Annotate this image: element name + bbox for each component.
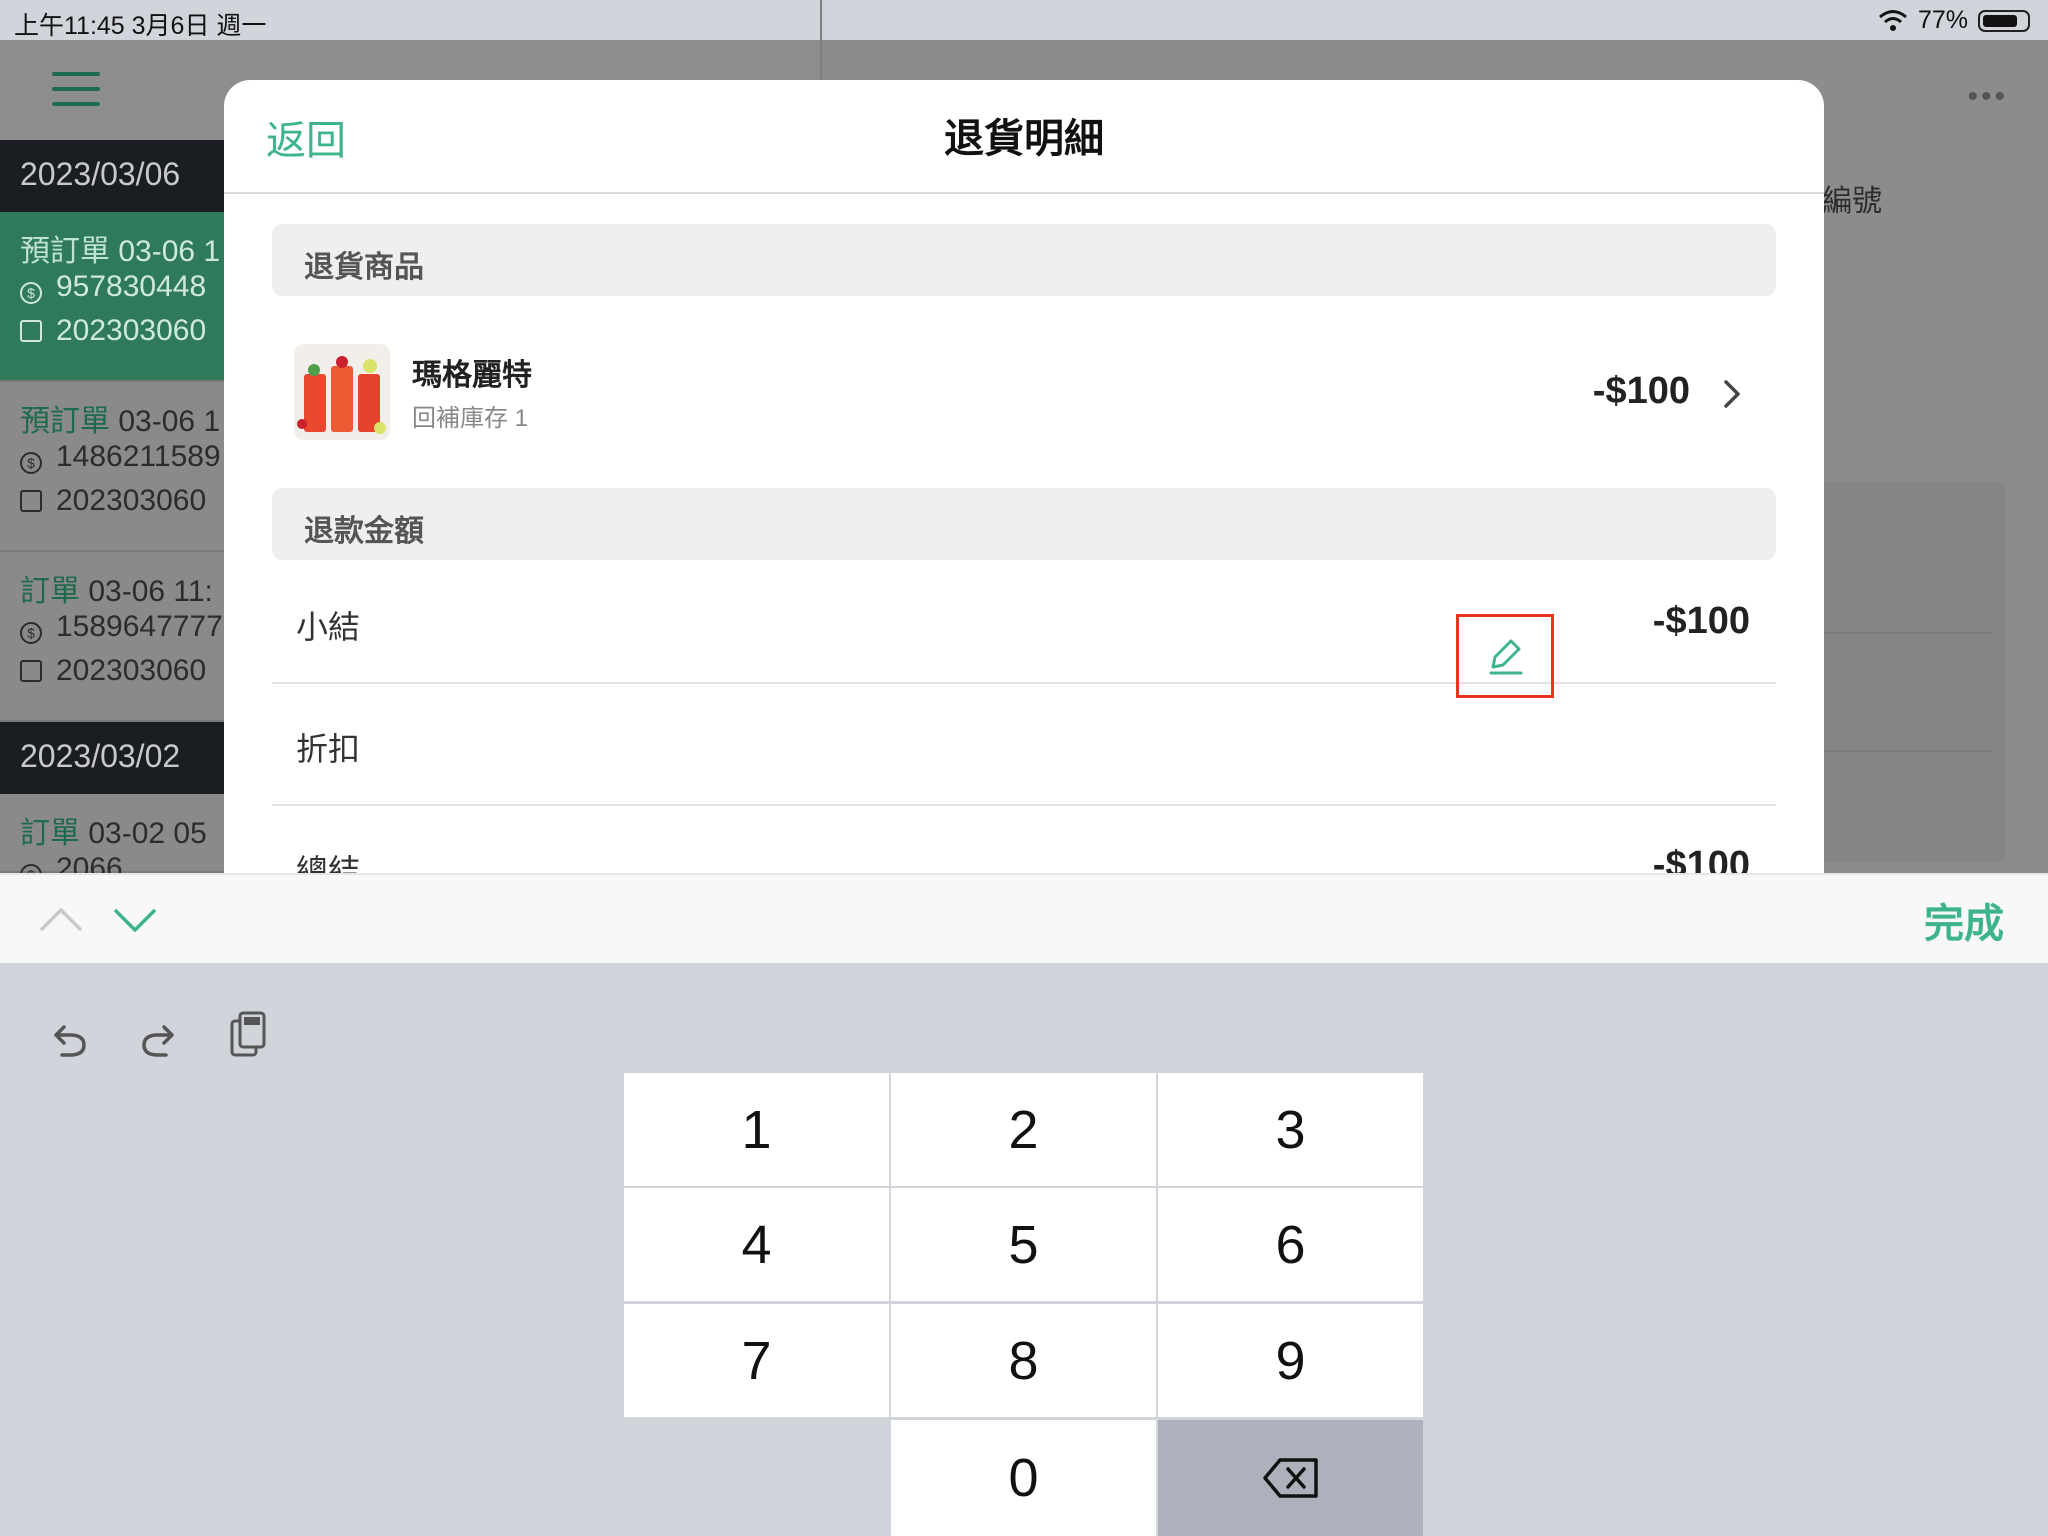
total-label: 總結 bbox=[296, 853, 361, 873]
subtotal-label: 小結 bbox=[296, 609, 361, 645]
key-0[interactable]: 0 bbox=[891, 1420, 1156, 1536]
key-5[interactable]: 5 bbox=[891, 1188, 1156, 1301]
chevron-up-icon[interactable] bbox=[38, 897, 84, 943]
redo-icon[interactable] bbox=[132, 1013, 184, 1065]
modal-header: 退貨明細 返回 bbox=[224, 80, 1824, 194]
modal-title: 退貨明細 bbox=[944, 117, 1104, 161]
key-1[interactable]: 1 bbox=[624, 1073, 889, 1186]
undo-icon[interactable] bbox=[44, 1013, 96, 1065]
backspace-key[interactable] bbox=[1158, 1420, 1423, 1536]
product-row[interactable]: 瑪格麗特 回補庫存 1 -$100 bbox=[272, 334, 1776, 464]
wifi-icon bbox=[1878, 9, 1907, 31]
product-price: -$100 bbox=[1592, 370, 1690, 412]
date-header: 2023/03/06 bbox=[0, 140, 230, 212]
battery-icon bbox=[1978, 9, 2030, 32]
receipt-icon bbox=[20, 320, 42, 342]
backspace-icon bbox=[1262, 1458, 1318, 1498]
key-4[interactable]: 4 bbox=[624, 1188, 889, 1301]
dollar-icon: $ bbox=[20, 282, 42, 304]
key-9[interactable]: 9 bbox=[1158, 1304, 1423, 1417]
edit-discount-button[interactable] bbox=[1456, 614, 1554, 698]
menu-icon[interactable] bbox=[52, 72, 100, 110]
numeric-keyboard: 1 2 3 4 5 6 7 8 9 0 bbox=[0, 963, 2048, 1536]
total-row: 總結 -$100 bbox=[272, 806, 1776, 873]
back-button[interactable]: 返回 bbox=[266, 108, 346, 166]
status-bar: 上午11:45 3月6日 週一 77% bbox=[0, 0, 2048, 40]
product-thumbnail bbox=[294, 344, 390, 440]
battery-percent: 77% bbox=[1917, 6, 1968, 34]
order-item[interactable]: 訂單 03-06 11: $1589647777 202303060 bbox=[0, 552, 230, 722]
receipt-icon bbox=[20, 660, 42, 682]
date-header: 2023/03/02 bbox=[0, 722, 230, 794]
keyboard-accessory-bar: 完成 bbox=[0, 873, 2048, 965]
dollar-icon: $ bbox=[20, 452, 42, 474]
discount-row: 折扣 bbox=[272, 684, 1776, 806]
order-item[interactable]: 預訂單 03-06 1 $1486211589 202303060 bbox=[0, 382, 230, 552]
dollar-icon: $ bbox=[20, 622, 42, 644]
column-label-number: 編號 bbox=[1822, 185, 1882, 218]
total-value: -$100 bbox=[1652, 844, 1750, 873]
section-return-products: 退貨商品 bbox=[272, 224, 1776, 296]
paste-icon[interactable] bbox=[222, 1009, 274, 1061]
order-item[interactable]: 預訂單 03-06 1 $957830448 202303060 bbox=[0, 212, 230, 382]
product-restock: 回補庫存 1 bbox=[412, 405, 529, 432]
subtotal-value: -$100 bbox=[1652, 600, 1750, 642]
chevron-down-icon[interactable] bbox=[112, 897, 158, 943]
status-time: 上午11:45 3月6日 週一 bbox=[14, 12, 267, 40]
pencil-icon bbox=[1489, 639, 1523, 675]
order-item[interactable]: 訂單 03-02 05 $2066 bbox=[0, 794, 230, 886]
product-name: 瑪格麗特 bbox=[412, 359, 532, 392]
discount-label: 折扣 bbox=[296, 731, 361, 767]
key-3[interactable]: 3 bbox=[1158, 1073, 1423, 1186]
key-8[interactable]: 8 bbox=[891, 1304, 1156, 1417]
chevron-right-icon bbox=[1724, 380, 1740, 408]
key-7[interactable]: 7 bbox=[624, 1304, 889, 1417]
section-refund-amount: 退款金額 bbox=[272, 488, 1776, 560]
return-detail-modal: 退貨明細 返回 退貨商品 瑪格麗特 回補庫存 1 -$100 退款金額 小結 -… bbox=[224, 80, 1824, 873]
more-icon[interactable]: ••• bbox=[1967, 80, 2008, 114]
done-button[interactable]: 完成 bbox=[1924, 891, 2004, 949]
key-2[interactable]: 2 bbox=[891, 1073, 1156, 1186]
key-6[interactable]: 6 bbox=[1158, 1188, 1423, 1301]
keypad: 1 2 3 4 5 6 7 8 9 0 bbox=[624, 1073, 1424, 1536]
receipt-icon bbox=[20, 490, 42, 512]
